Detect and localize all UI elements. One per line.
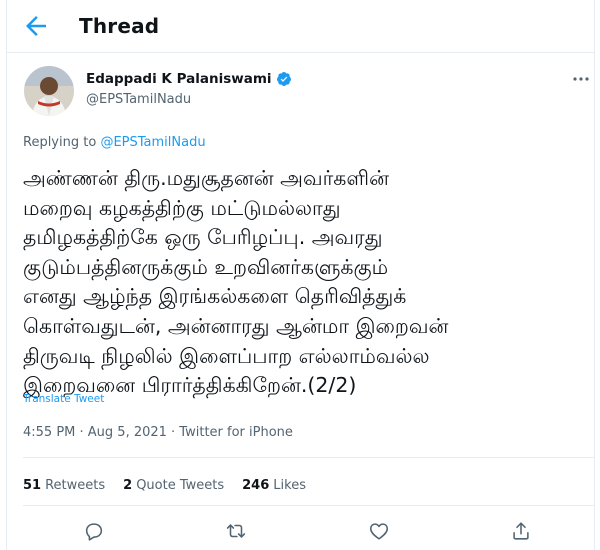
divider — [23, 457, 594, 458]
tweet-actions — [7, 520, 594, 548]
retweets-count: 51 — [23, 478, 42, 493]
author-name[interactable]: Edappadi K Palaniswami — [86, 71, 272, 87]
reply-button[interactable] — [83, 520, 107, 544]
divider — [23, 505, 594, 506]
thread-header: Thread — [7, 0, 594, 53]
share-button[interactable] — [510, 520, 534, 544]
quotes-label: Quote Tweets — [136, 478, 225, 493]
more-button[interactable] — [571, 71, 591, 85]
retweet-button[interactable] — [225, 520, 249, 544]
replying-prefix: Replying to — [23, 135, 101, 150]
tweet-stats: 51 Retweets 2 Quote Tweets 246 Likes — [23, 478, 306, 493]
page-title: Thread — [79, 14, 160, 38]
retweet-icon — [226, 524, 246, 538]
retweets-label: Retweets — [45, 478, 106, 493]
avatar[interactable] — [24, 66, 74, 116]
tweet-timestamp[interactable]: 4:55 PM · Aug 5, 2021 · Twitter for iPho… — [23, 425, 293, 440]
retweets-stat[interactable]: 51 Retweets — [23, 478, 105, 493]
replying-to: Replying to @EPSTamilNadu — [23, 135, 206, 150]
more-icon — [573, 77, 589, 81]
author-name-row[interactable]: Edappadi K Palaniswami — [86, 71, 292, 87]
likes-label: Likes — [273, 478, 306, 493]
like-icon — [369, 523, 389, 540]
like-button[interactable] — [368, 520, 392, 544]
replying-handle-link[interactable]: @EPSTamilNadu — [100, 135, 205, 150]
tweet-detail-panel: Thread Edappadi K Palaniswami @EPSTamilN… — [6, 0, 595, 550]
quote-tweets-stat[interactable]: 2 Quote Tweets — [123, 478, 224, 493]
tweet-text: அண்ணன் திரு.மதுசூதனன் அவர்களின் மறைவு கழ… — [23, 166, 449, 398]
likes-count: 246 — [242, 478, 270, 493]
quotes-count: 2 — [123, 478, 133, 493]
translate-tweet-link[interactable]: Translate Tweet — [23, 393, 104, 405]
arrow-left-icon — [26, 16, 46, 36]
reply-icon — [85, 523, 103, 541]
author-handle[interactable]: @EPSTamilNadu — [86, 92, 191, 107]
share-icon — [513, 522, 529, 540]
verified-badge-icon — [276, 72, 291, 86]
likes-stat[interactable]: 246 Likes — [242, 478, 306, 493]
back-button[interactable] — [21, 11, 51, 41]
